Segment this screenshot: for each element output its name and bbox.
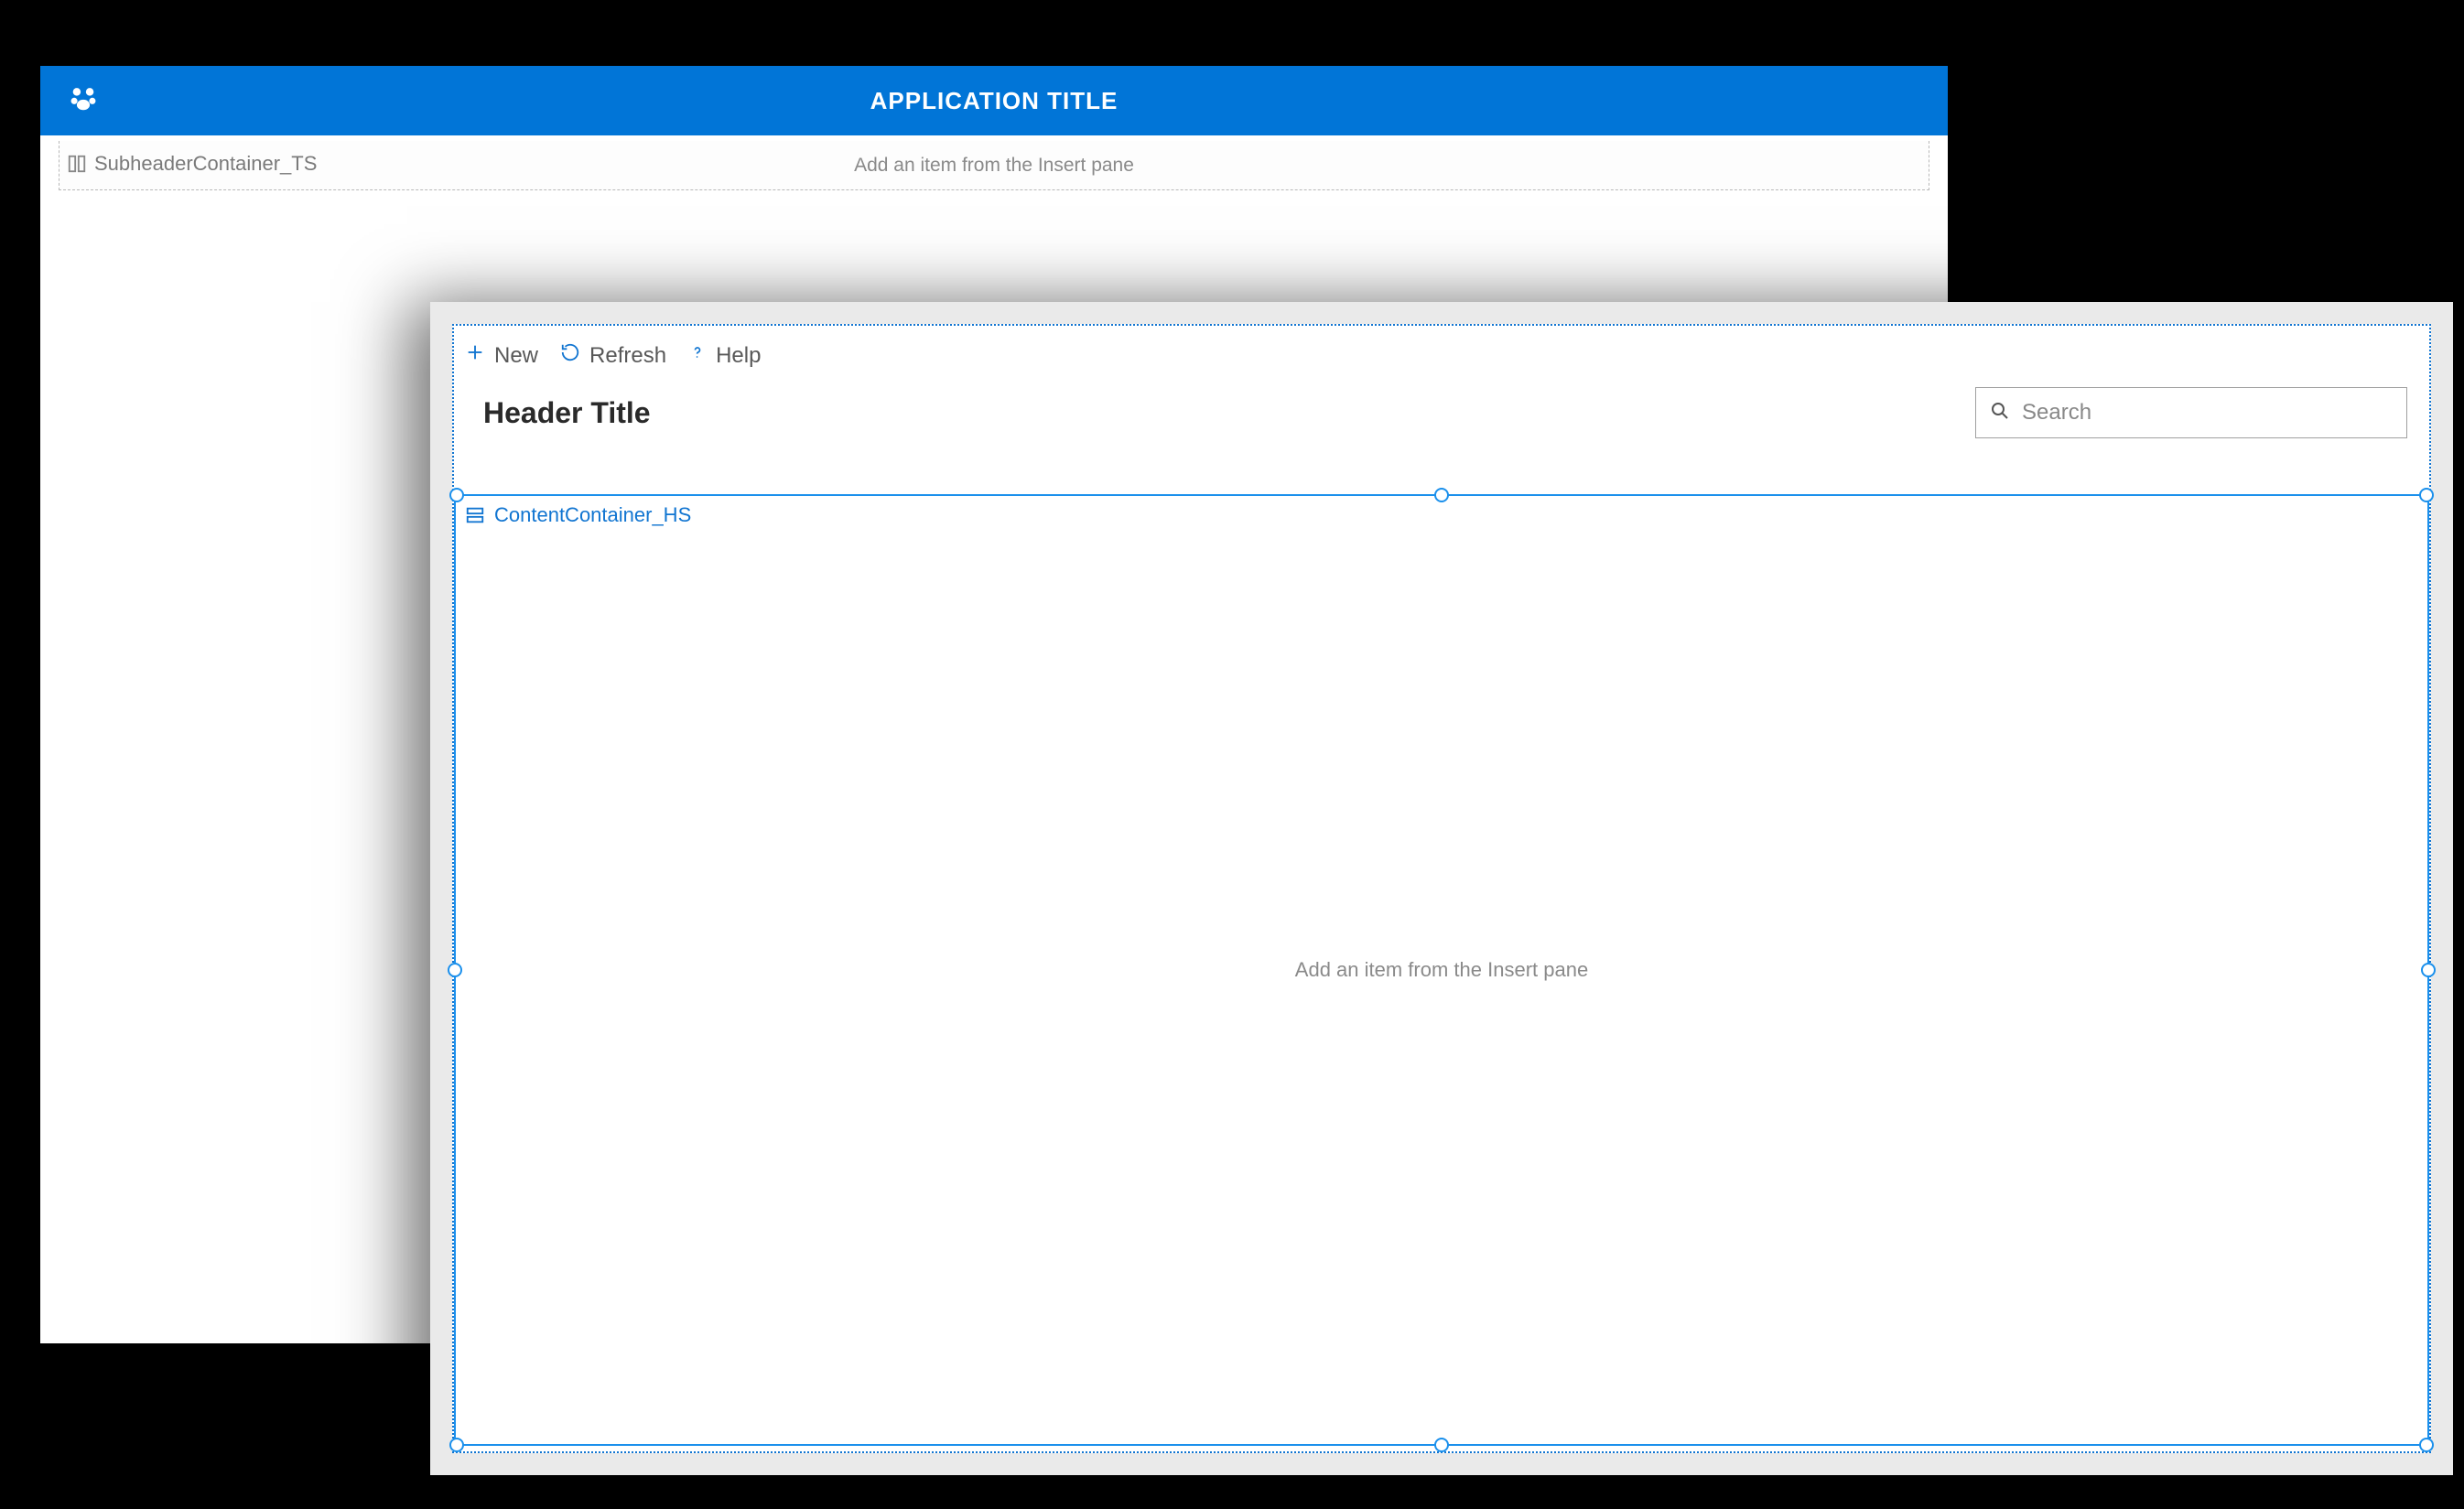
content-container[interactable]: ContentContainer_HS Add an item from the… [454, 494, 2429, 1446]
search-icon [1989, 400, 2011, 426]
content-container-label: ContentContainer_HS [494, 503, 691, 527]
resize-handle-top[interactable] [1434, 488, 1449, 502]
header-row: Header Title [454, 378, 2429, 455]
command-bar: New Refresh Help [454, 326, 2429, 378]
help-label: Help [716, 343, 761, 369]
resize-handle-bottom-right[interactable] [2419, 1438, 2434, 1452]
container-vertical-icon [67, 154, 87, 174]
new-label: New [494, 343, 538, 369]
resize-handle-top-right[interactable] [2419, 488, 2434, 502]
resize-handle-right[interactable] [2421, 963, 2436, 977]
new-button[interactable]: New [465, 342, 538, 369]
search-input[interactable] [2022, 400, 2394, 426]
screen-canvas[interactable]: New Refresh Help Header Title [452, 324, 2431, 1453]
content-placeholder-text: Add an item from the Insert pane [1295, 958, 1588, 982]
app-titlebar: APPLICATION TITLE [40, 66, 1948, 135]
app-title: APPLICATION TITLE [40, 87, 1948, 115]
resize-handle-bottom[interactable] [1434, 1438, 1449, 1452]
plus-icon [465, 342, 485, 369]
resize-handle-left[interactable] [448, 963, 462, 977]
subheader-container-label: SubheaderContainer_TS [94, 152, 317, 176]
refresh-icon [560, 342, 580, 369]
subheader-container[interactable]: SubheaderContainer_TS Add an item from t… [59, 141, 1929, 190]
help-button[interactable]: Help [688, 342, 761, 369]
search-box[interactable] [1975, 387, 2407, 438]
resize-handle-top-left[interactable] [449, 488, 464, 502]
content-container-tag: ContentContainer_HS [465, 503, 691, 527]
container-horizontal-icon [465, 505, 485, 525]
designer-front-window: New Refresh Help Header Title [430, 302, 2453, 1475]
app-logo-icon [68, 83, 99, 119]
page-header-title: Header Title [483, 396, 651, 430]
subheader-placeholder-text: Add an item from the Insert pane [59, 155, 1929, 177]
resize-handle-bottom-left[interactable] [449, 1438, 464, 1452]
subheader-container-tag: SubheaderContainer_TS [67, 152, 317, 176]
help-icon [688, 342, 707, 369]
refresh-button[interactable]: Refresh [560, 342, 666, 369]
refresh-label: Refresh [589, 343, 666, 369]
